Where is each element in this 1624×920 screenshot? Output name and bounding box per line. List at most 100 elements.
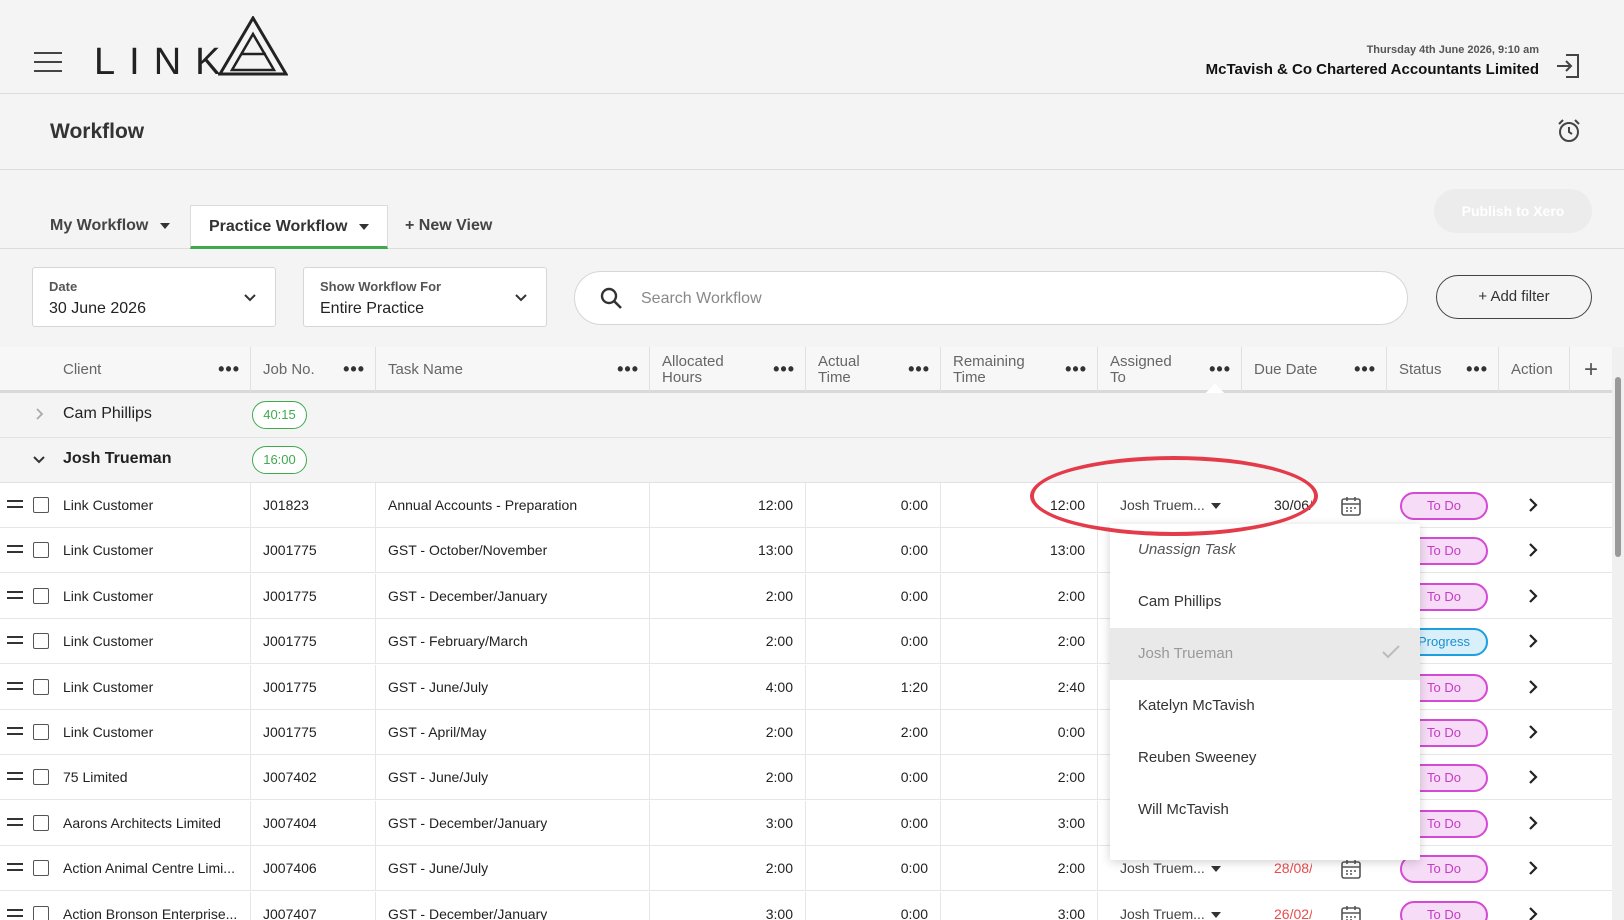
cell-remaining-time: 0:00 <box>941 710 1098 755</box>
column-title-line: Remaining <box>953 353 1025 370</box>
column-menu-icon[interactable]: ••• <box>1209 359 1231 380</box>
tab-label: My Workflow <box>50 217 149 234</box>
column-header-due-date[interactable]: Due Date ••• <box>1242 347 1387 393</box>
add-filter-button[interactable]: + Add filter <box>1436 275 1592 319</box>
group-row[interactable]: Josh Trueman 16:00 <box>0 438 1624 483</box>
chevron-right-icon[interactable] <box>1526 543 1540 557</box>
add-column-icon[interactable]: + <box>1584 356 1598 384</box>
search-input[interactable] <box>641 286 1381 312</box>
column-title: Remaining Time <box>953 354 1025 386</box>
chevron-down-icon[interactable] <box>32 452 46 466</box>
date-value: 30 June 2026 <box>49 300 146 317</box>
cell-remaining-time: 2:00 <box>941 574 1098 619</box>
column-menu-icon[interactable]: ••• <box>343 359 365 380</box>
assign-option[interactable]: Will McTavish <box>1110 784 1420 836</box>
calendar-icon[interactable] <box>1340 904 1362 920</box>
caret-down-icon <box>160 222 171 229</box>
column-header-assigned[interactable]: Assigned To ••• <box>1098 347 1242 393</box>
cell-job-no: J001775 <box>251 619 376 664</box>
column-header-status[interactable]: Status ••• <box>1387 347 1499 393</box>
column-title-line: Time <box>953 369 986 386</box>
column-header-allocated[interactable]: Allocated Hours ••• <box>650 347 806 393</box>
publish-to-xero-button[interactable]: Publish to Xero <box>1434 189 1592 233</box>
column-menu-icon[interactable]: ••• <box>218 359 240 380</box>
chevron-right-icon[interactable] <box>1526 680 1540 694</box>
vertical-scrollbar[interactable] <box>1612 347 1624 920</box>
status-badge[interactable]: To Do <box>1400 901 1488 920</box>
column-header-task[interactable]: Task Name ••• <box>376 347 650 393</box>
caret-down-icon <box>1210 912 1221 919</box>
chevron-right-icon[interactable] <box>1526 498 1540 512</box>
column-title: Assigned To <box>1110 354 1172 386</box>
show-workflow-label: Show Workflow For <box>320 279 442 294</box>
grid-header: Client ••• Job No. ••• Task Name ••• All… <box>0 347 1624 393</box>
cell-client: Link Customer <box>0 574 251 619</box>
cell-job-no: J001775 <box>251 528 376 573</box>
caret-down-icon <box>1210 866 1221 873</box>
date-dropdown[interactable]: Date 30 June 2026 <box>32 267 276 327</box>
calendar-icon[interactable] <box>1340 495 1362 517</box>
checkmark-icon <box>1382 645 1400 659</box>
cell-actual-time: 0:00 <box>806 483 941 528</box>
cell-client: 75 Limited <box>0 755 251 800</box>
calendar-icon[interactable] <box>1340 858 1362 880</box>
tab-my-workflow[interactable]: My Workflow <box>50 205 171 249</box>
scrollbar-thumb[interactable] <box>1615 377 1621 557</box>
chevron-right-icon[interactable] <box>1526 907 1540 920</box>
assign-option[interactable]: Reuben Sweeney <box>1110 732 1420 784</box>
column-menu-icon[interactable]: ••• <box>1065 359 1087 380</box>
cell-allocated-hours: 3:00 <box>650 892 806 920</box>
chevron-down-icon <box>515 294 527 302</box>
cell-allocated-hours: 3:00 <box>650 801 806 846</box>
assign-option-selected[interactable]: Josh Trueman <box>1110 628 1420 680</box>
chevron-right-icon[interactable] <box>32 407 46 421</box>
chevron-right-icon[interactable] <box>1526 816 1540 830</box>
column-menu-icon[interactable]: ••• <box>1354 359 1376 380</box>
cell-actual-time: 1:20 <box>806 665 941 710</box>
assigned-to-dropdown[interactable]: Josh Truem... <box>1098 483 1242 528</box>
hamburger-menu-icon[interactable] <box>34 52 62 72</box>
table-row[interactable]: Action Bronson Enterprise... J007407 GST -… <box>0 892 1624 920</box>
tab-practice-workflow[interactable]: Practice Workflow <box>190 205 389 249</box>
column-header-job[interactable]: Job No. ••• <box>251 347 376 393</box>
link-logo[interactable]: LINK <box>94 16 294 83</box>
cell-remaining-time: 12:00 <box>941 483 1098 528</box>
cell-job-no: J001775 <box>251 665 376 710</box>
column-header-remaining[interactable]: Remaining Time ••• <box>941 347 1098 393</box>
assigned-to-dropdown[interactable]: Josh Truem... <box>1098 892 1242 920</box>
assign-option-unassign[interactable]: Unassign Task <box>1110 524 1420 576</box>
cell-client: Link Customer <box>0 483 251 528</box>
tab-new-view[interactable]: + New View <box>405 205 492 249</box>
cell-task-name: GST - December/January <box>376 574 650 619</box>
group-hours-badge: 40:15 <box>252 401 307 429</box>
cell-task-name: GST - December/January <box>376 892 650 920</box>
assign-option[interactable]: Cam Phillips <box>1110 576 1420 628</box>
cell-allocated-hours: 2:00 <box>650 755 806 800</box>
company-name: McTavish & Co Chartered Accountants Limi… <box>1205 61 1539 78</box>
group-row[interactable]: Cam Phillips 40:15 <box>0 393 1624 438</box>
status-badge[interactable]: To Do <box>1400 492 1488 520</box>
cell-client: Link Customer <box>0 665 251 710</box>
cell-client: Action Bronson Enterprise... <box>0 892 251 920</box>
show-workflow-for-dropdown[interactable]: Show Workflow For Entire Practice <box>303 267 547 327</box>
column-menu-icon[interactable]: ••• <box>773 359 795 380</box>
column-menu-icon[interactable]: ••• <box>617 359 639 380</box>
chevron-right-icon[interactable] <box>1526 861 1540 875</box>
chevron-right-icon[interactable] <box>1526 589 1540 603</box>
alarm-clock-icon[interactable] <box>1556 118 1582 144</box>
cell-actual-time: 0:00 <box>806 846 941 891</box>
table-row[interactable]: Link Customer J01823 Annual Accounts - Pre… <box>0 483 1624 528</box>
cell-client: Action Animal Centre Limi... <box>0 846 251 891</box>
cell-actual-time: 0:00 <box>806 755 941 800</box>
column-menu-icon[interactable]: ••• <box>1466 359 1488 380</box>
chevron-right-icon[interactable] <box>1526 634 1540 648</box>
chevron-right-icon[interactable] <box>1526 725 1540 739</box>
column-header-client[interactable]: Client ••• <box>0 347 251 393</box>
column-menu-icon[interactable]: ••• <box>908 359 930 380</box>
assign-option[interactable]: Katelyn McTavish <box>1110 680 1420 732</box>
cell-client: Link Customer <box>0 619 251 664</box>
cell-due-date: 30/06/2 <box>1274 497 1312 513</box>
column-header-actual[interactable]: Actual Time ••• <box>806 347 941 393</box>
chevron-right-icon[interactable] <box>1526 770 1540 784</box>
logout-icon[interactable] <box>1554 52 1582 80</box>
